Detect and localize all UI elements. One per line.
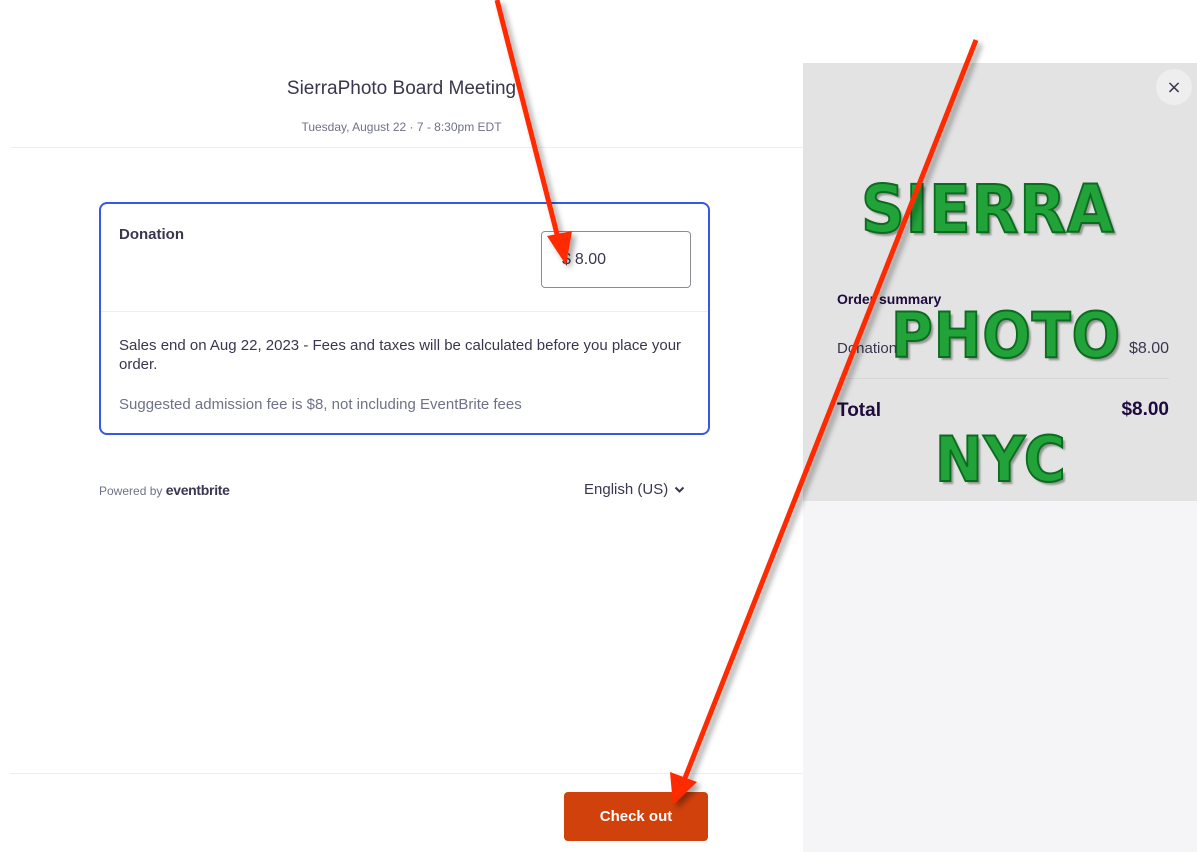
checkout-button[interactable]: Check out	[564, 792, 708, 841]
order-summary-title: Order summary	[837, 291, 942, 307]
total-label: Total	[837, 400, 881, 421]
logo-word-photo: PHOTO	[890, 298, 1122, 373]
logo-word-sierra: SIERRA	[860, 170, 1115, 249]
event-date: Tuesday, August 22 · 7 - 8:30pm EDT	[301, 120, 502, 134]
powered-by: Powered by eventbrite	[99, 482, 230, 498]
ticket-name: Donation	[119, 226, 184, 243]
donation-amount-input[interactable]: $ 8.00	[541, 231, 691, 288]
language-selector[interactable]: English (US)	[584, 481, 685, 498]
sales-end-text: Sales end on Aug 22, 2023 - Fees and tax…	[119, 337, 682, 373]
eventbrite-logo[interactable]: eventbrite	[166, 482, 230, 498]
summary-top-strip	[803, 0, 1197, 63]
currency-symbol: $	[562, 250, 571, 268]
logo-word-nyc: NYC	[934, 422, 1067, 497]
ticket-divider	[101, 311, 708, 312]
header-divider	[10, 147, 803, 148]
language-label: English (US)	[584, 481, 669, 498]
checkout-main-panel: SierraPhoto Board Meeting Tuesday, Augus…	[0, 0, 803, 852]
powered-by-label: Powered by	[99, 484, 163, 498]
order-summary-panel: SIERRA PHOTO NYC × Order summary Donatio…	[803, 0, 1197, 852]
chevron-down-icon	[674, 485, 685, 497]
close-icon[interactable]: ×	[1156, 69, 1192, 105]
summary-divider	[837, 378, 1169, 379]
event-title: SierraPhoto Board Meeting	[286, 78, 517, 99]
event-logo-image: SIERRA PHOTO NYC	[803, 63, 1197, 501]
footer-divider	[10, 773, 803, 774]
donation-amount-value: 8.00	[574, 250, 607, 268]
suggested-fee-text: Suggested admission fee is $8, not inclu…	[119, 396, 522, 413]
summary-line-value: $8.00	[1128, 340, 1169, 357]
ticket-card-donation: Donation $ 8.00 Sales end on Aug 22, 202…	[99, 202, 710, 435]
summary-line-label: Donation	[837, 340, 898, 357]
total-value: $8.00	[1121, 399, 1169, 420]
